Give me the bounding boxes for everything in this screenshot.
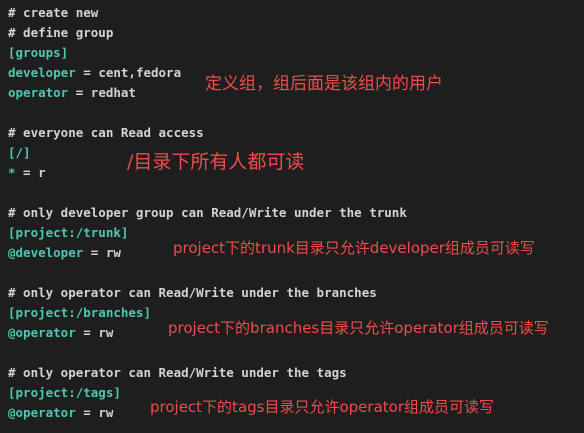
code-key: developer xyxy=(8,65,76,80)
code-line-operator-group: operator = redhat xyxy=(8,84,136,102)
code-line-branches-rule: @operator = rw xyxy=(8,324,113,342)
code-line-developer-group: developer = cent,fedora xyxy=(8,64,181,82)
code-value: rw xyxy=(105,245,121,260)
code-comment-define-group: # define group xyxy=(8,25,114,40)
code-key: @operator xyxy=(8,325,76,340)
code-value: rw xyxy=(98,405,114,420)
annotation-tags: project下的tags目录只允许operator组成员可读写 xyxy=(150,398,494,416)
code-section-root: [/] xyxy=(8,145,31,160)
code-operator: = xyxy=(75,405,99,420)
code-comment-create-new: # create new xyxy=(8,5,99,20)
code-key: @developer xyxy=(8,245,84,260)
code-section-tags: [project:/tags] xyxy=(8,385,121,400)
code-line-everyone-rule: * = r xyxy=(8,164,46,182)
code-section-groups: [groups] xyxy=(8,45,69,60)
code-operator: = xyxy=(68,85,91,100)
code-operator: = xyxy=(75,325,99,340)
code-value: rw xyxy=(98,325,114,340)
annotation-groups: 定义组，组后面是该组内的用户 xyxy=(205,74,443,94)
code-operator: = xyxy=(15,165,39,180)
code-editor[interactable]: # create new # define group [groups] dev… xyxy=(0,0,584,433)
code-value: cent,fedora xyxy=(98,65,182,80)
code-value: r xyxy=(38,165,46,180)
code-value: redhat xyxy=(90,85,136,100)
code-key: @operator xyxy=(8,405,76,420)
code-line-tags-rule: @operator = rw xyxy=(8,404,113,422)
code-key: operator xyxy=(8,85,69,100)
code-section-branches: [project:/branches] xyxy=(8,305,151,320)
annotation-root: /目录下所有人都可读 xyxy=(127,151,305,173)
annotation-trunk: project下的trunk目录只允许developer组成员可读写 xyxy=(173,239,535,257)
code-operator: = xyxy=(75,65,99,80)
code-section-trunk: [project:/trunk] xyxy=(8,225,129,240)
code-key: * xyxy=(8,165,16,180)
code-comment-branches: # only operator can Read/Write under the… xyxy=(8,285,377,300)
annotation-branches: project下的branches目录只允许operator组成员可读写 xyxy=(168,319,549,337)
code-line-trunk-rule: @developer = rw xyxy=(8,244,121,262)
code-operator: = xyxy=(83,245,106,260)
code-comment-everyone-read: # everyone can Read access xyxy=(8,125,204,140)
code-comment-tags: # only operator can Read/Write under the… xyxy=(8,365,347,380)
code-comment-trunk: # only developer group can Read/Write un… xyxy=(8,205,407,220)
